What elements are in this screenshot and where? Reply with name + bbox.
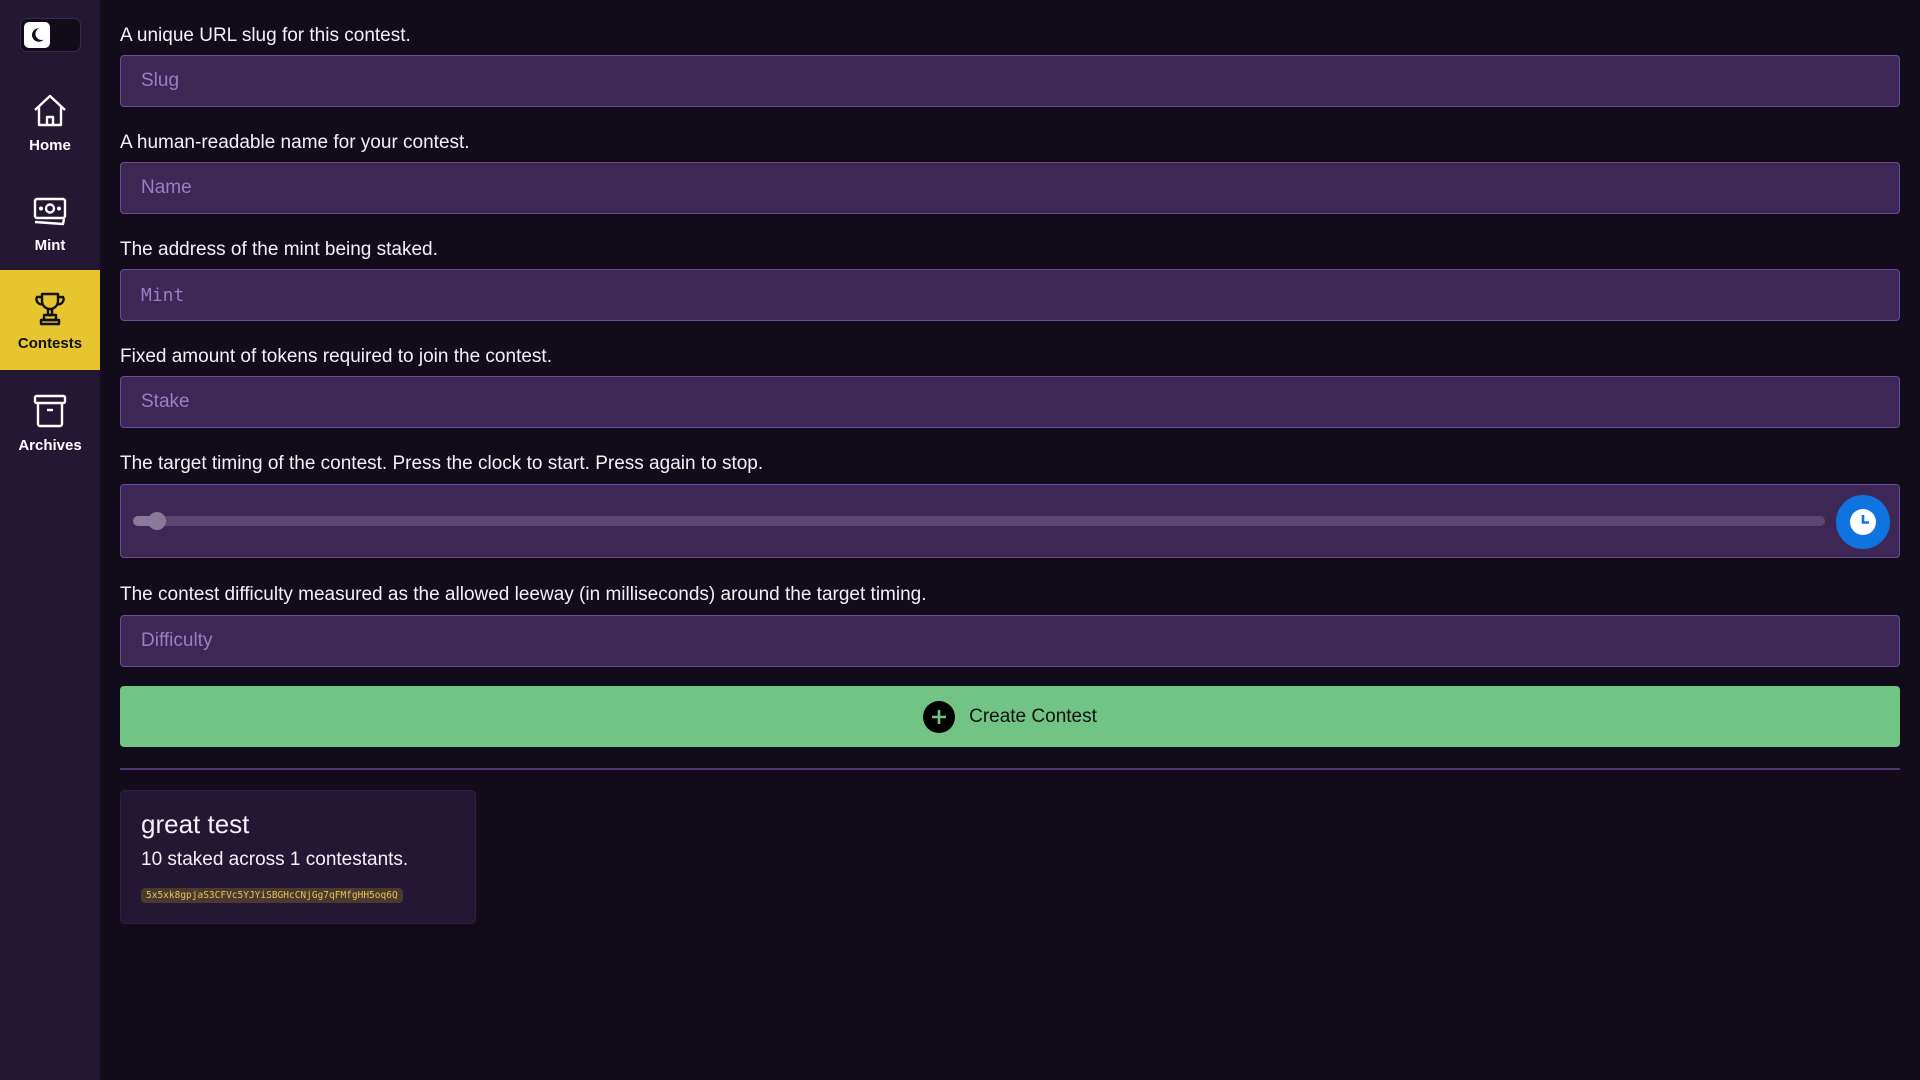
slug-input[interactable] — [120, 55, 1900, 107]
difficulty-input[interactable] — [120, 615, 1900, 667]
name-input[interactable] — [120, 162, 1900, 214]
sidebar: Home Mint Contests Archives — [0, 0, 100, 1080]
theme-toggle[interactable] — [20, 18, 81, 52]
stake-input[interactable] — [120, 376, 1900, 428]
home-icon — [34, 94, 66, 126]
timing-control — [120, 484, 1900, 558]
contest-card[interactable]: great test 10 staked across 1 contestant… — [120, 790, 476, 924]
timing-slider[interactable] — [133, 512, 1825, 530]
mint-label: The address of the mint being staked. — [120, 239, 438, 260]
divider — [120, 768, 1900, 770]
sidebar-item-label: Archives — [18, 436, 82, 454]
timing-slider-thumb[interactable] — [148, 512, 166, 530]
sidebar-item-contests[interactable]: Contests — [0, 270, 100, 370]
contest-address: 5x5xk8gpjaS3CFVc5YJYiSBGHcCNjGg7qFMfgHH5… — [141, 888, 403, 903]
moon-icon — [31, 28, 44, 42]
contest-summary: 10 staked across 1 contestants. — [141, 849, 409, 870]
sidebar-item-label: Home — [29, 136, 71, 154]
sidebar-item-label: Mint — [34, 236, 66, 254]
timing-label: The target timing of the contest. Press … — [120, 453, 764, 474]
difficulty-label: The contest difficulty measured as the a… — [120, 584, 927, 605]
theme-toggle-knob — [24, 22, 50, 48]
sidebar-item-label: Contests — [17, 334, 83, 352]
banknote-icon — [33, 197, 67, 225]
sidebar-item-mint[interactable]: Mint — [0, 172, 100, 272]
name-label: A human-readable name for your contest. — [120, 132, 470, 153]
clock-icon — [1850, 509, 1876, 535]
slug-label: A unique URL slug for this contest. — [120, 25, 411, 46]
trophy-icon — [35, 292, 65, 325]
contest-title: great test — [141, 809, 250, 839]
sidebar-item-home[interactable]: Home — [0, 72, 100, 172]
stake-label: Fixed amount of tokens required to join … — [120, 346, 552, 367]
create-contest-label: Create Contest — [969, 705, 1097, 727]
plus-circle-icon — [923, 700, 956, 733]
sidebar-item-archives[interactable]: Archives — [0, 372, 100, 472]
clock-button[interactable] — [1836, 495, 1890, 549]
create-contest-button[interactable]: Create Contest — [120, 686, 1900, 747]
mint-input[interactable] — [120, 269, 1900, 321]
archive-box-icon — [33, 394, 67, 427]
